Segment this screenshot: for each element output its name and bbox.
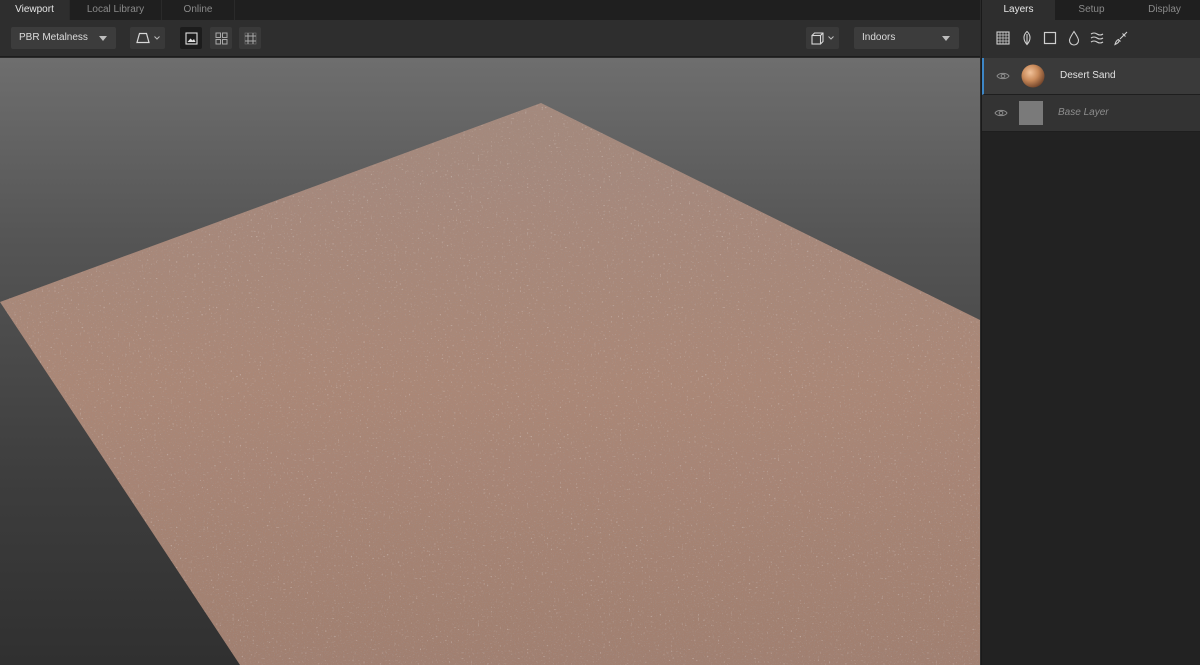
four-panels-icon xyxy=(215,32,227,44)
layer-name: Desert Sand xyxy=(1060,70,1116,81)
layer-tools xyxy=(982,20,1200,58)
right-panel: Layers Setup Display Desert Sand Base La… xyxy=(981,0,1200,665)
brush-icon[interactable] xyxy=(1113,30,1129,46)
chevron-down-icon xyxy=(99,36,107,41)
layer-item-base-layer[interactable]: Base Layer xyxy=(982,95,1200,132)
viewport-canvas xyxy=(0,103,980,665)
leaf-icon[interactable] xyxy=(1019,30,1035,46)
waves-icon[interactable] xyxy=(1089,30,1105,46)
mesh-selector-button[interactable] xyxy=(806,27,839,49)
environment-dropdown[interactable]: Indoors xyxy=(854,27,959,49)
eye-icon[interactable] xyxy=(996,71,1010,81)
tab-online[interactable]: Online xyxy=(162,0,235,20)
environment-label: Indoors xyxy=(862,32,896,43)
material-sphere-thumbnail xyxy=(1021,64,1045,88)
chevron-down-icon xyxy=(153,36,160,40)
single-view-button[interactable] xyxy=(180,27,202,49)
tab-viewport[interactable]: Viewport xyxy=(0,0,70,20)
perspective-icon xyxy=(135,32,150,44)
eye-icon[interactable] xyxy=(994,108,1008,118)
main-tab-bar: Viewport Local Library Online xyxy=(0,0,980,20)
quad-view-button[interactable] xyxy=(210,27,232,49)
tab-display[interactable]: Display xyxy=(1128,0,1200,20)
grid-icon[interactable] xyxy=(995,30,1011,46)
right-panel-tabs: Layers Setup Display xyxy=(982,0,1200,20)
shader-mode-dropdown[interactable]: PBR Metalness xyxy=(11,27,116,49)
tab-local-library[interactable]: Local Library xyxy=(70,0,162,20)
drop-icon[interactable] xyxy=(1066,30,1082,46)
layer-item-desert-sand[interactable]: Desert Sand xyxy=(982,58,1200,95)
tile-view-button[interactable] xyxy=(239,27,261,49)
chevron-down-icon xyxy=(942,36,950,41)
chevron-down-icon xyxy=(828,36,834,40)
square-icon[interactable] xyxy=(1042,30,1058,46)
camera-projection-button[interactable] xyxy=(130,27,165,49)
base-layer-thumbnail xyxy=(1019,101,1043,125)
tab-setup[interactable]: Setup xyxy=(1055,0,1128,20)
sand-plane xyxy=(0,103,980,665)
shader-mode-label: PBR Metalness xyxy=(19,32,88,43)
viewport-toolbar: PBR Metalness Indoors xyxy=(0,20,980,57)
layer-name: Base Layer xyxy=(1058,107,1109,118)
tab-layers[interactable]: Layers xyxy=(982,0,1055,20)
tiling-grid-icon xyxy=(244,32,256,44)
cube-icon xyxy=(811,31,824,45)
image-icon xyxy=(184,31,198,45)
3d-viewport[interactable] xyxy=(0,58,980,665)
